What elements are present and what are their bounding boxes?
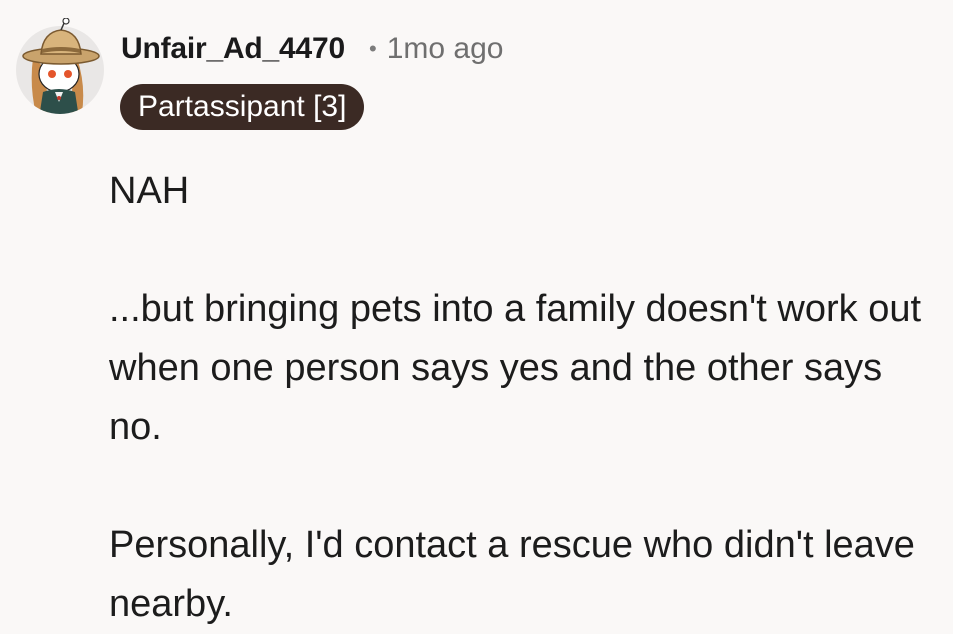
author-username[interactable]: Unfair_Ad_4470 [121, 32, 345, 66]
comment-card: Unfair_Ad_4470 • 1mo ago Partassipant [3… [0, 0, 953, 625]
comment-body: NAH ...but bringing pets into a family d… [109, 162, 939, 634]
comment-meta: Unfair_Ad_4470 • 1mo ago [121, 32, 503, 66]
user-flair-badge: Partassipant [3] [120, 84, 365, 130]
user-avatar[interactable] [15, 18, 105, 116]
comment-paragraph: NAH [109, 170, 190, 212]
comment-paragraph: ...but bringing pets into a family doesn… [109, 288, 922, 448]
snoo-avatar-cowboy-hat-icon [16, 18, 104, 114]
comment-timestamp[interactable]: 1mo ago [387, 32, 504, 66]
comment-paragraph: Personally, I'd contact a rescue who did… [109, 524, 915, 625]
meta-separator: • [368, 36, 377, 61]
